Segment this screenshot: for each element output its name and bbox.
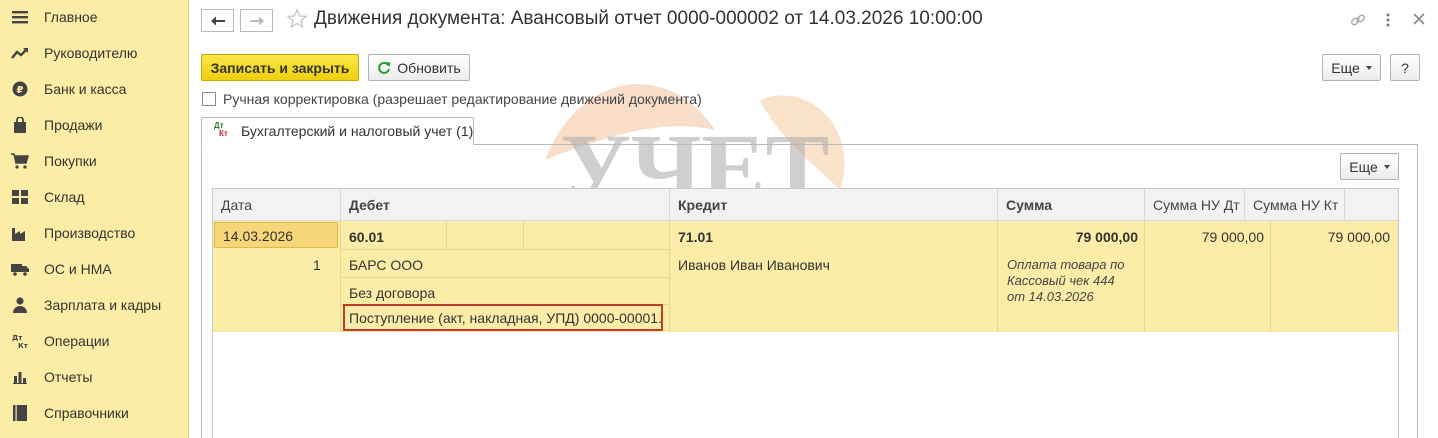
sidebar-item-label: Главное (44, 9, 98, 25)
more-button[interactable]: Еще (1322, 54, 1381, 81)
more-label: Еще (1331, 59, 1360, 76)
manual-edit-checkbox[interactable] (202, 92, 216, 106)
warehouse-icon (11, 188, 29, 206)
person-icon (11, 296, 29, 314)
more-vertical-icon[interactable] (1385, 12, 1391, 28)
truck-icon (11, 260, 29, 278)
sidebar-item-operations[interactable]: Дт Кт Операции (0, 323, 189, 359)
sidebar-item-salary[interactable]: Зарплата и кадры (0, 287, 189, 323)
refresh-button[interactable]: Обновить (368, 54, 470, 81)
panel-border-right (1417, 144, 1418, 438)
help-button[interactable]: ? (1390, 54, 1420, 81)
sidebar-item-label: Зарплата и кадры (44, 297, 162, 313)
sidebar-item-label: Руководителю (44, 45, 138, 61)
cart-icon (11, 152, 29, 170)
sidebar-item-sales[interactable]: Продажи (0, 107, 189, 143)
sidebar-item-label: ОС и НМА (44, 261, 112, 277)
manual-edit-label: Ручная корректировка (разрешает редактир… (223, 91, 702, 107)
column-header-amount-nu-kt[interactable]: Сумма НУ Кт (1245, 189, 1345, 221)
book-icon (11, 404, 29, 422)
tab-label: Бухгалтерский и налоговый учет (1) (241, 123, 474, 139)
amount-cell[interactable]: 79 000,00 (998, 229, 1138, 245)
sidebar-item-label: Банк и касса (44, 81, 127, 97)
sidebar: Главное Руководителю ₽ Банк и касса Прод… (0, 0, 189, 438)
refresh-label: Обновить (397, 59, 461, 76)
table-more-button[interactable]: Еще (1340, 153, 1399, 180)
column-header-amount-nu-dt[interactable]: Сумма НУ Дт (1145, 189, 1245, 221)
sidebar-item-bank[interactable]: ₽ Банк и касса (0, 71, 189, 107)
sidebar-item-label: Справочники (44, 405, 129, 421)
sidebar-item-label: Продажи (44, 117, 103, 133)
sidebar-item-label: Покупки (44, 153, 97, 169)
bar-chart-icon (11, 368, 29, 386)
credit-subconto-1[interactable]: Иванов Иван Иванович (678, 257, 830, 273)
amount-nu-dt-cell[interactable]: 79 000,00 (1145, 229, 1264, 245)
sidebar-item-manager[interactable]: Руководителю (0, 35, 189, 71)
grid-line (341, 277, 669, 278)
favorite-star-icon[interactable] (287, 9, 307, 29)
grid-line (446, 221, 447, 249)
column-header-amount[interactable]: Сумма (998, 189, 1145, 221)
sidebar-item-reports[interactable]: Отчеты (0, 359, 189, 395)
sidebar-item-label: Операции (44, 333, 110, 349)
credit-account[interactable]: 71.01 (678, 229, 713, 245)
sidebar-item-catalogs[interactable]: Справочники (0, 395, 189, 431)
content-line-3: от 14.03.2026 (1007, 289, 1094, 304)
sidebar-item-label: Производство (44, 225, 136, 241)
forward-button[interactable] (240, 9, 273, 32)
column-header-credit[interactable]: Кредит (670, 189, 998, 221)
kt-label: Кт (219, 129, 228, 138)
entries-table: Дата Дебет Кредит Сумма Сумма НУ Дт Сумм… (212, 188, 1399, 438)
grid-line (523, 221, 524, 249)
arrow-right-icon (249, 16, 264, 25)
link-icon[interactable] (1350, 12, 1366, 28)
column-header-debit[interactable]: Дебет (341, 189, 670, 221)
trend-icon (11, 44, 29, 62)
svg-text:Дт: Дт (12, 334, 23, 342)
table-more-label: Еще (1349, 158, 1378, 175)
save-and-close-button[interactable]: Записать и закрыть (201, 54, 359, 81)
factory-icon (11, 224, 29, 242)
dt-kt-icon: Дт Кт (214, 122, 228, 138)
column-header-filler (1345, 189, 1398, 221)
arrow-left-icon (210, 16, 225, 25)
sidebar-item-purchases[interactable]: Покупки (0, 143, 189, 179)
debit-account[interactable]: 60.01 (349, 229, 384, 245)
dt-kt-icon: Дт Кт (11, 332, 29, 350)
sidebar-item-main[interactable]: Главное (0, 0, 189, 35)
refresh-icon (378, 61, 391, 74)
grid-line (341, 249, 669, 250)
chevron-down-icon (1383, 164, 1390, 169)
panel-border-left (201, 144, 202, 438)
content-line-1: Оплата товара по (1007, 257, 1125, 272)
debit-subconto-3[interactable]: Поступление (акт, накладная, УПД) 0000-0… (343, 304, 663, 331)
sidebar-item-production[interactable]: Производство (0, 215, 189, 251)
close-icon[interactable] (1412, 12, 1426, 26)
content-line-2: Кассовый чек 444 (1007, 273, 1115, 288)
shopping-bag-icon (11, 116, 29, 134)
grid-line (669, 221, 670, 332)
svg-text:Кт: Кт (18, 342, 28, 349)
svg-text:₽: ₽ (17, 85, 24, 96)
sidebar-item-warehouse[interactable]: Склад (0, 179, 189, 215)
amount-nu-kt-cell[interactable]: 79 000,00 (1271, 229, 1390, 245)
ruble-coin-icon: ₽ (11, 80, 29, 98)
date-cell[interactable]: 14.03.2026 (214, 222, 338, 248)
debit-subconto-2[interactable]: Без договора (349, 285, 435, 301)
sidebar-item-label: Отчеты (44, 369, 93, 385)
sidebar-item-fixed-assets[interactable]: ОС и НМА (0, 251, 189, 287)
chevron-down-icon (1365, 65, 1372, 70)
debit-subconto-1[interactable]: БАРС ООО (349, 257, 423, 273)
menu-icon (11, 8, 29, 26)
tab-accounting-tax[interactable]: Дт Кт Бухгалтерский и налоговый учет (1) (201, 117, 474, 145)
back-button[interactable] (201, 9, 234, 32)
sidebar-item-label: Склад (44, 189, 85, 205)
line-number: 1 (313, 257, 321, 273)
column-header-date[interactable]: Дата (213, 189, 341, 221)
page-title: Движения документа: Авансовый отчет 0000… (314, 8, 983, 29)
